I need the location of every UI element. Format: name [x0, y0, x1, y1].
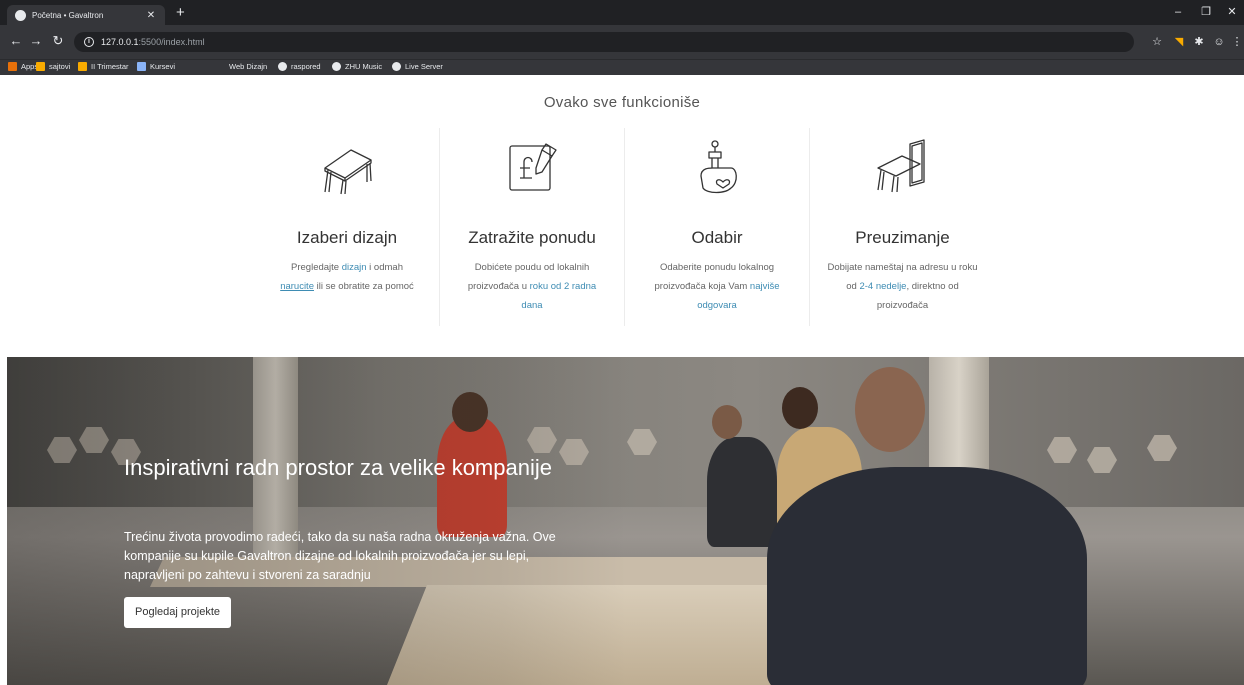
bookmark-label: Kursevi: [150, 62, 176, 71]
delivery-icon: [877, 139, 925, 193]
bookmark-label: sajtovi: [49, 62, 71, 71]
desc-text: Odaberite ponudu lokalnog: [659, 262, 775, 273]
step-description: Odaberite ponudu lokalnog proizvođača ko…: [625, 258, 809, 315]
hero-photo-person: [712, 405, 742, 439]
hero-photo-person: [855, 367, 925, 452]
bookmark-web-dizajn[interactable]: Web Dizajn: [229, 62, 267, 71]
desc-text: , direktno od: [906, 281, 959, 292]
hero-text: Trećinu života provodimo radeći, tako da…: [124, 530, 556, 582]
page-icon: [137, 62, 146, 71]
url-path: :5500/index.html: [138, 37, 205, 47]
two-days-link-cont[interactable]: dana: [521, 300, 542, 311]
desc-text: Dobijate nameštaj na adresu u roku: [827, 262, 978, 273]
step-title: Odabir: [691, 228, 743, 247]
best-fit-link-cont[interactable]: odgovara: [697, 300, 737, 311]
step-title: Preuzimanje: [855, 228, 950, 247]
step-description: Dobijate nameštaj na adresu u roku od 2-…: [810, 258, 995, 315]
desc-text: Pregledajte: [291, 262, 342, 273]
minimize-icon[interactable]: –: [1168, 2, 1188, 22]
hero-banner: Inspirativni radn prostor za velike komp…: [7, 357, 1244, 685]
apps-grid-icon: [8, 62, 17, 71]
bookmark-label: raspored: [291, 62, 321, 71]
browser-toolbar: ← → ↻ i 127.0.0.1 :5500/index.html ☆ ◥ ✱…: [0, 25, 1244, 59]
step-description: Dobićete poudu od lokalnih proizvođača u…: [440, 258, 624, 315]
desc-text: ili se obratite za pomoć: [314, 281, 414, 292]
bookmark-sajtovi[interactable]: sajtovi: [36, 62, 70, 71]
desk-icon: [324, 149, 372, 195]
step-delivery: Preuzimanje Dobijate nameštaj na adresu …: [810, 128, 995, 326]
hero-title: Inspirativni radn prostor za velike komp…: [124, 455, 552, 480]
bookmark-kursevi[interactable]: Kursevi: [137, 62, 175, 71]
forward-icon[interactable]: →: [28, 34, 44, 48]
bookmark-raspored[interactable]: raspored: [278, 62, 321, 71]
step-choose-maker: Odabir Odaberite ponudu lokalnog proizvo…: [625, 128, 810, 326]
rss-extension-icon[interactable]: ◥: [1172, 35, 1186, 49]
bookmark-live-server[interactable]: Live Server: [392, 62, 443, 71]
bookmark-apps[interactable]: Apps: [8, 62, 38, 71]
reload-icon[interactable]: ↻: [50, 34, 66, 48]
profile-avatar-icon[interactable]: ☺: [1212, 35, 1226, 49]
globe-icon: [278, 62, 287, 71]
page-content: Ovako sve funkcioniše Izaberi dizajn Pre…: [0, 76, 1244, 685]
step-choose-design: Izaberi dizajn Pregledajte dizajn i odma…: [255, 128, 440, 326]
step-request-quote: Zatražite ponudu Dobićete poudu od lokal…: [440, 128, 625, 326]
desc-text: Dobićete poudu od lokalnih: [474, 262, 590, 273]
maker-icon: [700, 140, 737, 194]
tab-title: Početna • Gavaltron: [32, 10, 104, 20]
two-days-link[interactable]: roku od 2 radna: [530, 281, 597, 292]
tab-close-icon[interactable]: ✕: [145, 10, 157, 21]
menu-kebab-icon[interactable]: ⋮: [1230, 35, 1244, 49]
bookmark-trimestar[interactable]: II Trimestar: [78, 62, 129, 71]
section-title: Ovako sve funkcioniše: [543, 94, 701, 111]
folder-icon: [36, 62, 45, 71]
bookmark-label: II Trimestar: [91, 62, 129, 71]
window-close-icon[interactable]: ✕: [1222, 2, 1242, 22]
desc-text: proizvođača: [876, 300, 929, 311]
desc-text: proizvođača u: [467, 281, 530, 292]
desc-text: proizvođača koja Vam: [654, 281, 750, 292]
step-title: Izaberi dizajn: [296, 228, 398, 247]
desc-text: i odmah: [366, 262, 403, 273]
bookmarks-bar: Apps sajtovi II Trimestar Kursevi Web Di…: [0, 59, 1244, 75]
hero-overlay: [7, 357, 627, 685]
url-host: 127.0.0.1: [101, 37, 139, 47]
folder-icon: [78, 62, 87, 71]
back-icon[interactable]: ←: [8, 34, 24, 48]
weeks-link[interactable]: 2-4 nedelje: [859, 281, 906, 292]
bookmark-star-icon[interactable]: ☆: [1150, 35, 1164, 49]
new-tab-icon[interactable]: +: [176, 3, 185, 23]
order-link[interactable]: narucite: [280, 281, 314, 292]
step-title: Zatražite ponudu: [468, 228, 596, 247]
tab-favicon-icon: [15, 9, 26, 21]
desc-text: od: [846, 281, 860, 292]
bookmark-label: Web Dizajn: [229, 62, 268, 71]
site-favicon-icon: [392, 62, 401, 71]
tab-strip: Početna • Gavaltron ✕ + – ❐ ✕: [0, 0, 1244, 25]
view-projects-button[interactable]: Pogledaj projekte: [124, 597, 232, 628]
quote-icon: [509, 143, 557, 191]
bookmark-zhu-music[interactable]: ZHU Music: [332, 62, 382, 71]
restore-icon[interactable]: ❐: [1196, 2, 1216, 22]
hero-photo-person: [707, 437, 777, 547]
best-fit-link[interactable]: najviše: [750, 281, 780, 292]
site-favicon-icon: [332, 62, 341, 71]
step-description: Pregledajte dizajn i odmah narucite ili …: [255, 258, 439, 296]
hero-photo-person: [767, 467, 1087, 685]
site-info-icon[interactable]: i: [84, 37, 94, 47]
extensions-puzzle-icon[interactable]: ✱: [1192, 35, 1206, 49]
hero-photo-person: [782, 387, 818, 429]
browser-tab[interactable]: Početna • Gavaltron ✕: [7, 5, 165, 25]
address-bar[interactable]: i 127.0.0.1 :5500/index.html: [74, 32, 1134, 52]
bookmark-label: ZHU Music: [345, 62, 383, 71]
bookmark-label: Live Server: [405, 62, 443, 71]
design-link[interactable]: dizajn: [342, 262, 367, 273]
